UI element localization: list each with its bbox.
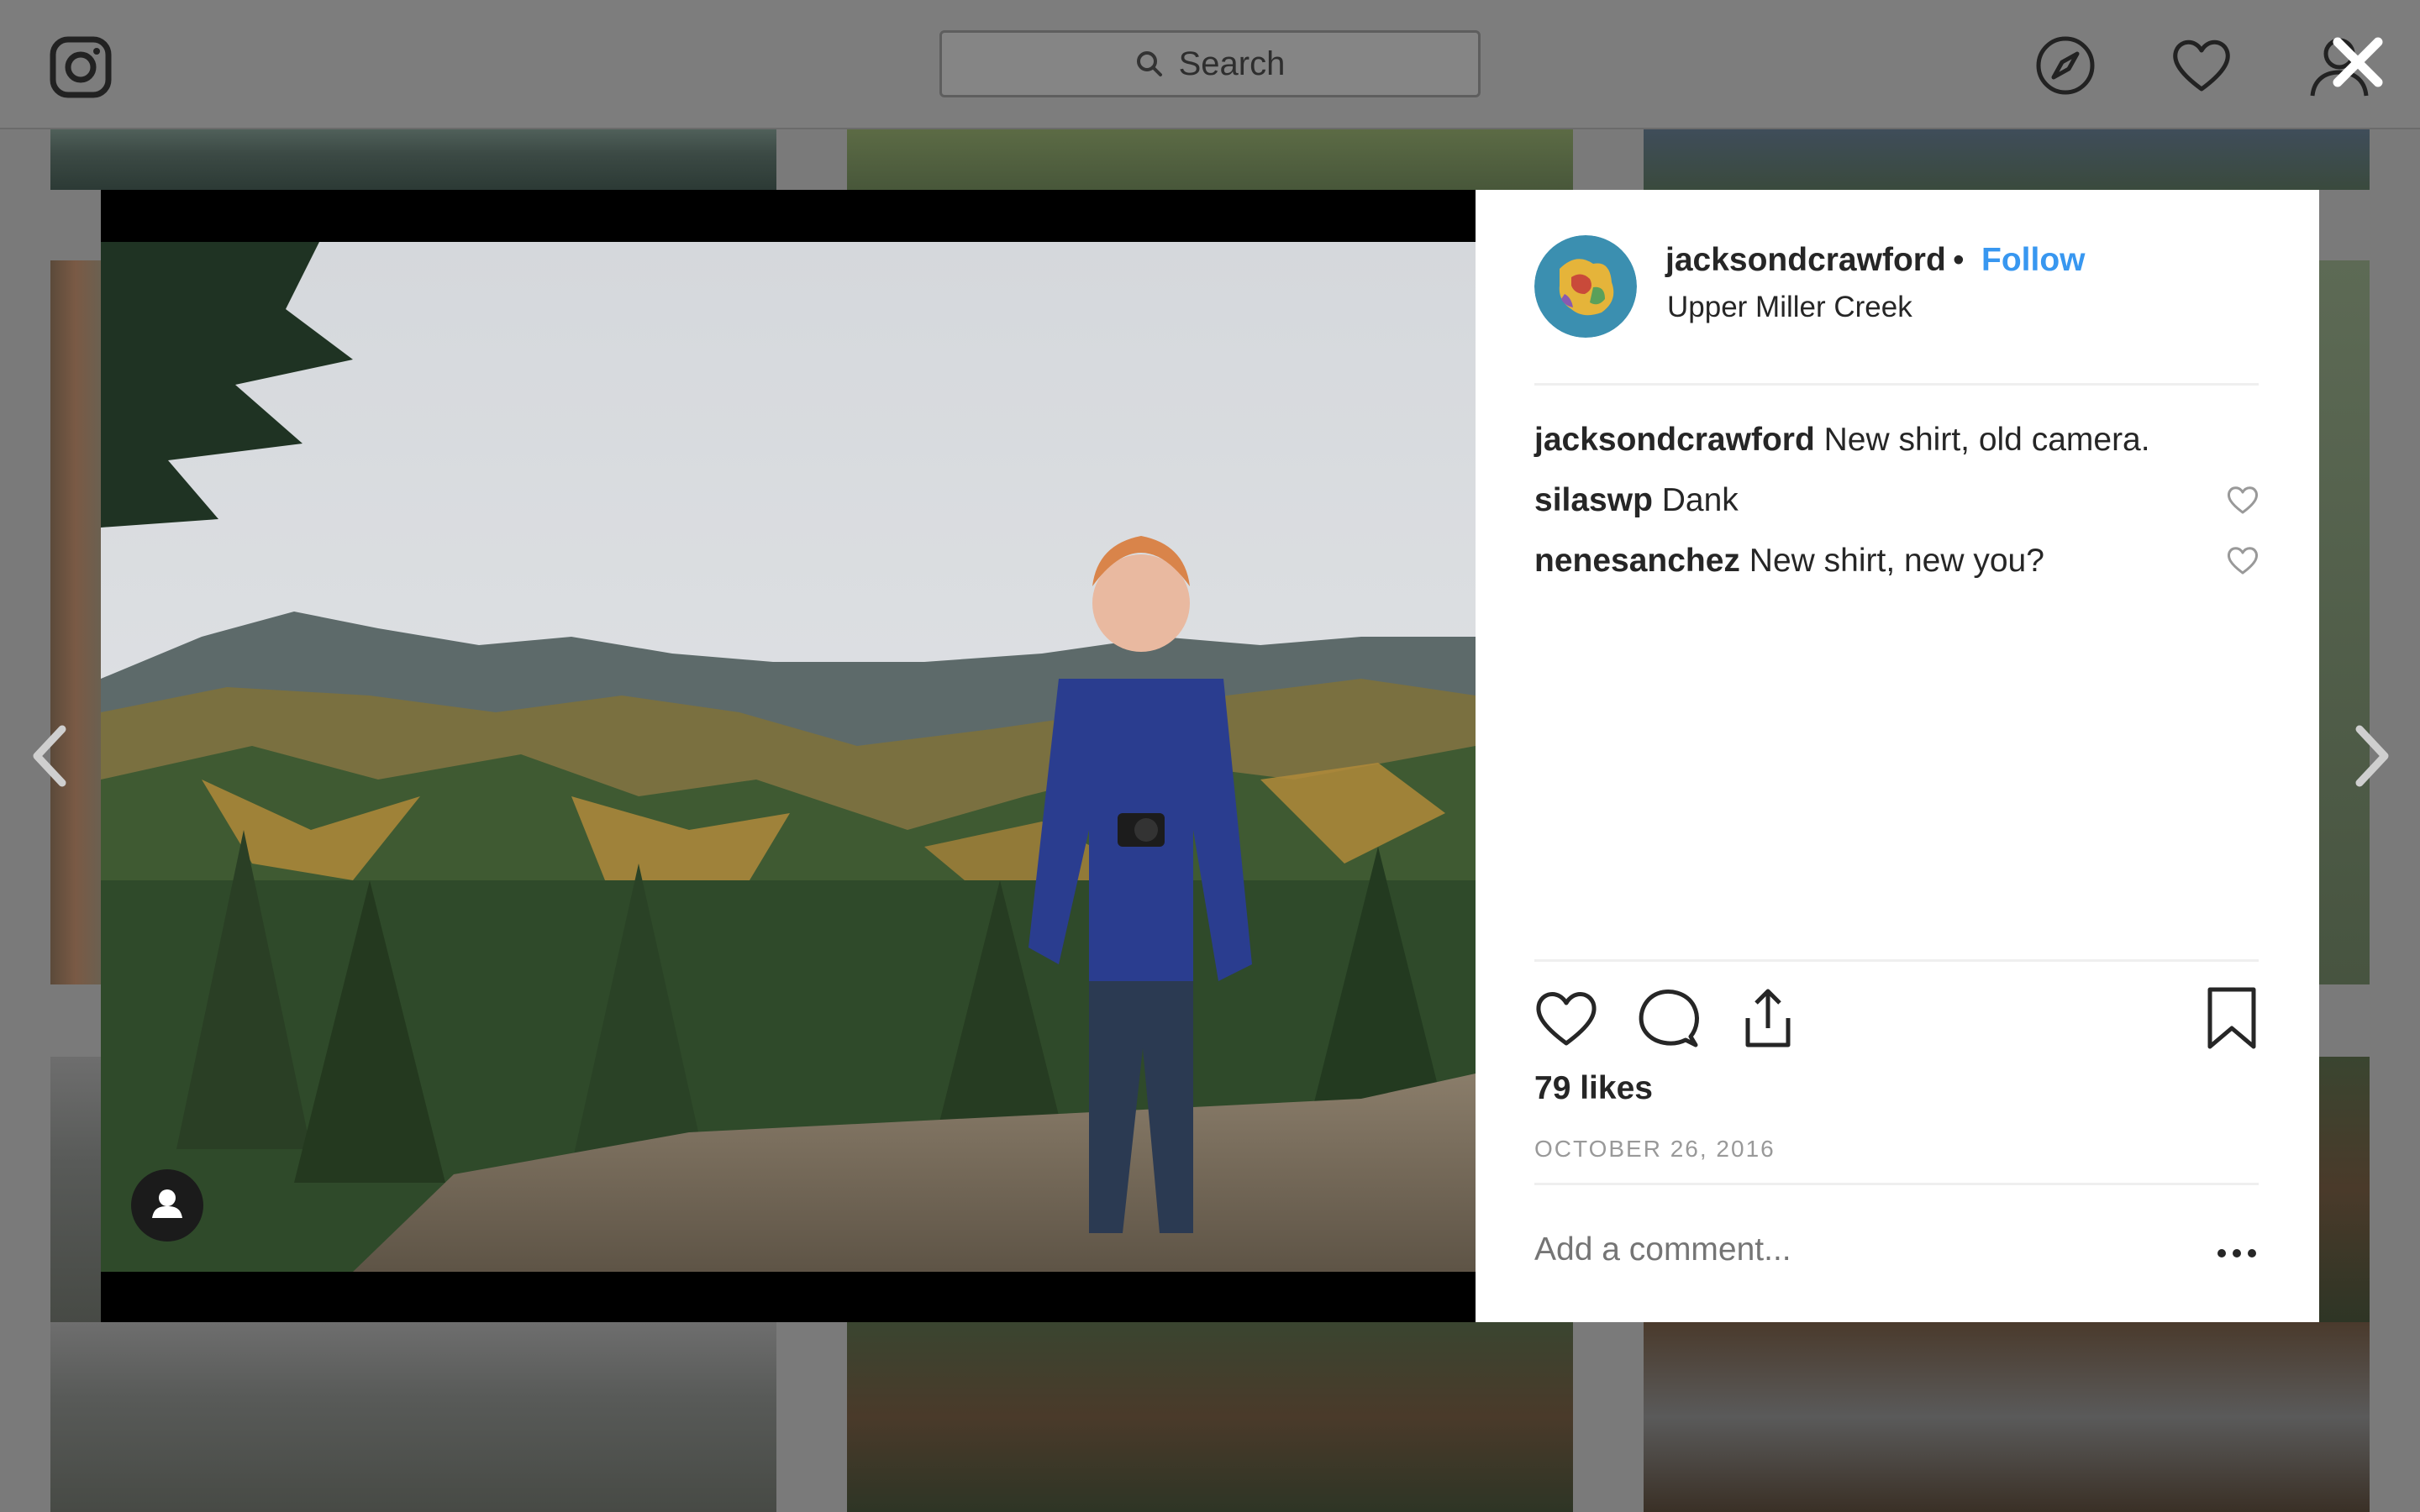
heart-icon[interactable] [2168,32,2235,99]
tagged-users-button[interactable] [131,1169,203,1242]
header-separator: • [1953,242,1965,278]
comment-input-divider [1534,1183,2259,1185]
grid-photo[interactable] [50,1322,776,1512]
user-tag-icon [152,1189,182,1218]
comment-text: New shirt, old camera. [1823,422,2150,458]
grid-photo[interactable] [1644,129,2370,190]
post-photo-panel [101,190,1476,1322]
instagram-logo-icon[interactable] [49,35,113,99]
close-icon[interactable] [2324,29,2391,96]
grid-photo[interactable] [1644,1322,2370,1512]
follow-button[interactable]: Follow [1981,242,2085,279]
grid-photo[interactable] [50,1057,101,1322]
grid-photo[interactable] [2319,260,2370,984]
comment-username[interactable]: silaswp [1534,482,1653,518]
comment-item: nenesanchez New shirt, new you? [1534,543,2044,580]
previous-arrow-icon[interactable] [25,721,76,791]
search-input[interactable]: Search [939,30,1481,97]
top-nav-bar: Search [0,0,2420,129]
next-arrow-icon[interactable] [2346,721,2396,791]
likes-count[interactable]: 79 likes [1534,1070,1653,1107]
post-date: OCTOBER 26, 2016 [1534,1136,1776,1162]
share-icon[interactable] [1734,984,1802,1052]
post-photo[interactable] [101,242,1476,1272]
add-comment-field[interactable] [1534,1231,2190,1268]
like-heart-icon[interactable] [1533,984,1600,1052]
post-details-panel: jacksondcrawford • Follow Upper Miller C… [1476,190,2319,1322]
grid-photo[interactable] [50,129,776,190]
comment-text: Dank [1661,482,1739,518]
grid-photo[interactable] [50,260,101,984]
grid-photo[interactable] [847,1322,1573,1512]
search-icon [1136,51,1162,76]
avatar[interactable] [1534,235,1637,338]
comment-item: silaswp Dank [1534,482,1739,519]
comment-text: New shirt, new you? [1749,543,2044,579]
comment-username[interactable]: jacksondcrawford [1534,422,1815,458]
comment-like-heart-icon[interactable] [2225,482,2260,516]
post-location[interactable]: Upper Miller Creek [1667,291,1912,324]
more-options-icon[interactable] [2212,1236,2262,1270]
grid-photo[interactable] [847,129,1573,190]
post-username[interactable]: jacksondcrawford [1665,242,1946,279]
comment-username[interactable]: nenesanchez [1534,543,1740,579]
compass-icon[interactable] [2032,32,2099,99]
comment-bubble-icon[interactable] [1635,984,1702,1052]
caption: jacksondcrawford New shirt, old camera. [1534,422,2150,459]
actions-divider [1534,959,2259,962]
bookmark-icon[interactable] [2198,984,2265,1052]
comment-like-heart-icon[interactable] [2225,543,2260,576]
search-placeholder: Search [1178,45,1286,82]
header-divider [1534,383,2259,386]
grid-photo[interactable] [2319,1057,2370,1322]
